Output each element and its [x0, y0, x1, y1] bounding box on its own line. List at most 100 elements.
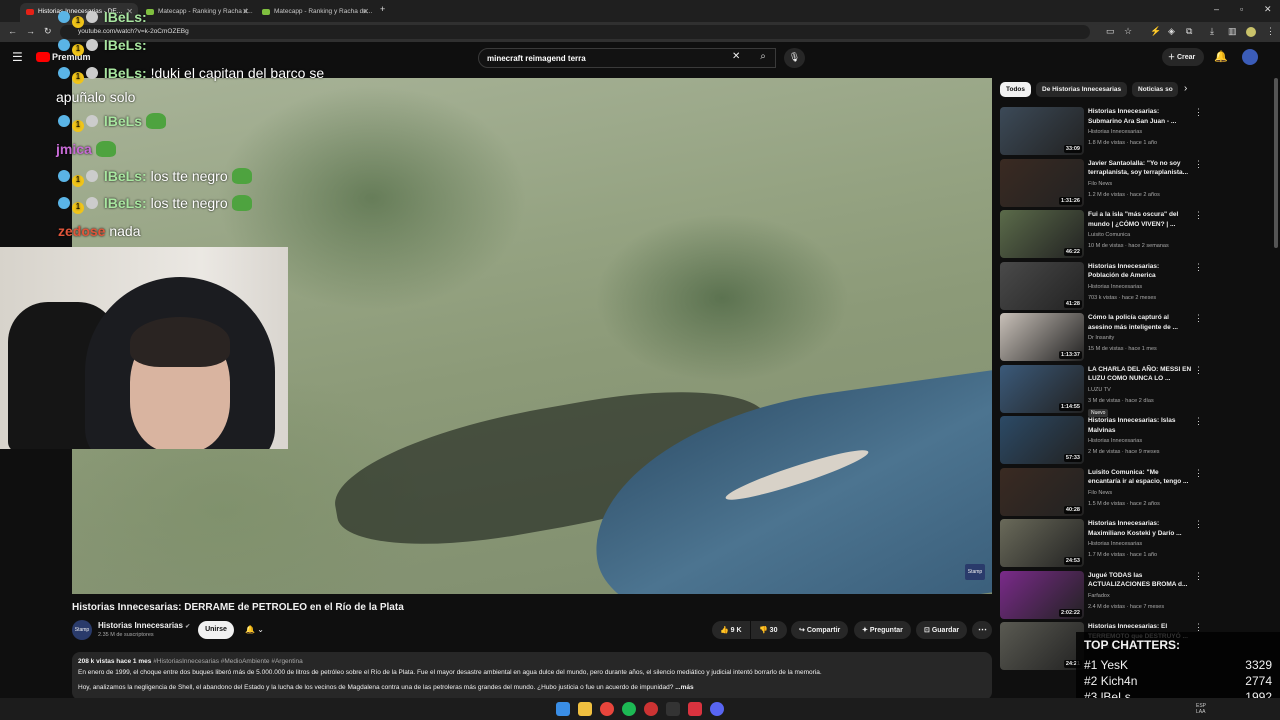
video-thumbnail[interactable]: 2:02:22: [1000, 570, 1084, 619]
download-icon[interactable]: ⤓: [1210, 26, 1214, 37]
bookmark-star-icon[interactable]: ☆: [1124, 26, 1132, 37]
video-title[interactable]: Historias Innecesarias: Maximiliano Kost…: [1088, 519, 1192, 539]
hamburger-menu-icon[interactable]: ☰: [12, 50, 23, 64]
more-vertical-icon[interactable]: ⋮: [1194, 159, 1203, 170]
channel-name[interactable]: Filo News: [1088, 181, 1112, 187]
more-vertical-icon[interactable]: ⋮: [1194, 468, 1203, 479]
channel-name[interactable]: Historias Innecesarias: [1088, 284, 1142, 290]
tab-matecapp-1[interactable]: Matecapp - Ranking y Racha d... ✕: [140, 3, 254, 22]
minimize-icon[interactable]: –: [1214, 4, 1219, 14]
video-title[interactable]: Javier Santaolalla: "Yo no soy terraplan…: [1088, 159, 1192, 179]
video-title[interactable]: Historias Innecesarias: Submarino Ara Sa…: [1088, 107, 1192, 127]
video-thumbnail[interactable]: 1:14:55: [1000, 364, 1084, 413]
close-window-icon[interactable]: ✕: [1264, 4, 1272, 15]
video-thumbnail[interactable]: 1:13:37: [1000, 313, 1084, 361]
video-title[interactable]: Historias Innecesarias: Islas Malvinas: [1088, 416, 1192, 436]
extension-icon[interactable]: ◈: [1168, 26, 1175, 37]
reload-icon[interactable]: ↻: [44, 26, 52, 37]
video-title[interactable]: LA CHARLA DEL AÑO: MESSI EN LUZU COMO NU…: [1088, 365, 1192, 385]
profile-avatar[interactable]: [1246, 27, 1256, 37]
recommended-video[interactable]: 41:28 Historias Innecesarias: Población d…: [1000, 261, 1203, 310]
recommended-video[interactable]: 1:31:26 Javier Santaolalla: "Yo no soy te…: [1000, 158, 1203, 207]
voice-search-button[interactable]: 🎙: [784, 48, 805, 68]
video-title[interactable]: Luisito Comunica: "Me encantaría ir al e…: [1088, 468, 1192, 488]
ask-button[interactable]: ✦ Preguntar: [854, 621, 911, 639]
more-actions-button[interactable]: ⋯: [972, 621, 992, 639]
video-thumbnail[interactable]: 46:22: [1000, 210, 1084, 258]
recommended-video[interactable]: 2:02:22 Jugué TODAS las ACTUALIZACIONES B…: [1000, 570, 1203, 619]
video-thumbnail[interactable]: 40:28: [1000, 467, 1084, 516]
extension-icon[interactable]: ⚡: [1150, 26, 1161, 37]
recommended-video[interactable]: 24:53 Historias Innecesarias: Maximiliano…: [1000, 519, 1203, 567]
channel-name[interactable]: Historias Innecesarias: [1088, 438, 1142, 444]
dislike-button[interactable]: 👎 30: [751, 621, 787, 639]
more-vertical-icon[interactable]: ⋮: [1194, 416, 1203, 427]
channel-name[interactable]: Historias Innecesarias: [1088, 129, 1142, 135]
more-vertical-icon[interactable]: ⋮: [1194, 519, 1203, 530]
spotify-icon[interactable]: [622, 702, 636, 716]
windows-start-icon[interactable]: [556, 702, 570, 716]
video-title[interactable]: Historias Innecesarias: Población de Ame…: [1088, 262, 1192, 282]
channel-watermark[interactable]: Stamp: [965, 564, 985, 580]
channel-name[interactable]: Luisito Comunica: [1088, 232, 1130, 238]
chrome-icon[interactable]: [600, 702, 614, 716]
channel-name[interactable]: Historias Innecesarias: [1088, 541, 1142, 547]
recommended-video[interactable]: 1:14:55 LA CHARLA DEL AÑO: MESSI EN LUZU …: [1000, 364, 1203, 417]
save-button[interactable]: ⊡ Guardar: [916, 621, 968, 639]
recommended-video[interactable]: 57:33 Historias Innecesarias: Islas Malvi…: [1000, 416, 1203, 464]
new-tab-icon[interactable]: +: [380, 4, 385, 14]
video-title[interactable]: Jugué TODAS las ACTUALIZACIONES BROMA d.…: [1088, 571, 1192, 591]
url-field[interactable]: youtube.com/watch?v=k-2oCmOZEBg: [60, 25, 1090, 39]
file-explorer-icon[interactable]: [578, 702, 592, 716]
youtube-logo-icon[interactable]: [36, 52, 50, 62]
account-avatar[interactable]: [1242, 49, 1258, 65]
app-icon[interactable]: [666, 702, 680, 716]
video-thumbnail[interactable]: 24:21: [1000, 622, 1084, 670]
search-button[interactable]: ⌕: [750, 48, 776, 68]
discord-icon[interactable]: [710, 702, 724, 716]
video-thumbnail[interactable]: 57:33: [1000, 416, 1084, 464]
more-vertical-icon[interactable]: ⋮: [1194, 107, 1203, 118]
more-vertical-icon[interactable]: ⋮: [1194, 313, 1203, 324]
chip-news[interactable]: Noticias so: [1132, 82, 1178, 97]
more-vertical-icon[interactable]: ⋮: [1194, 210, 1203, 221]
more-vertical-icon[interactable]: ⋮: [1194, 365, 1203, 376]
chip-all[interactable]: Todos: [1000, 82, 1032, 97]
app-icon[interactable]: [688, 702, 702, 716]
like-button[interactable]: 👍 9 K: [712, 621, 750, 639]
video-title[interactable]: Cómo la policía capturó al asesino más i…: [1088, 313, 1192, 333]
video-thumbnail[interactable]: 41:28: [1000, 261, 1084, 310]
recommended-video[interactable]: 40:28 Luisito Comunica: "Me encantaría ir…: [1000, 467, 1203, 516]
join-button[interactable]: Unirse: [198, 621, 234, 639]
chevron-right-icon[interactable]: ›: [1184, 83, 1187, 94]
recommended-video[interactable]: 46:22 Fui a la isla "más oscura" del mund…: [1000, 210, 1203, 258]
clear-search-icon[interactable]: ✕: [732, 51, 740, 62]
extensions-puzzle-icon[interactable]: ⧉: [1186, 26, 1192, 37]
sidebar-icon[interactable]: ▥: [1228, 26, 1237, 37]
create-button[interactable]: ＋ Crear: [1162, 48, 1204, 66]
channel-name[interactable]: Historias Innecesarias ✔: [98, 621, 190, 630]
video-thumbnail[interactable]: 24:53: [1000, 519, 1084, 567]
more-vertical-icon[interactable]: ⋮: [1194, 571, 1203, 582]
video-title[interactable]: Fui a la isla "más oscura" del mundo | ¿…: [1088, 210, 1192, 230]
channel-avatar[interactable]: Stamp: [72, 620, 92, 640]
channel-name[interactable]: Dr Insanity: [1088, 335, 1114, 341]
description-box[interactable]: 208 k vistas hace 1 mes #HistoriasInnece…: [72, 652, 992, 700]
page-scrollbar[interactable]: [1274, 78, 1278, 248]
recommended-video[interactable]: 33:09 Historias Innecesarias: Submarino A…: [1000, 107, 1203, 155]
back-icon[interactable]: ←: [8, 26, 17, 36]
language-indicator[interactable]: ESP LAA: [1196, 703, 1212, 715]
chip-from-channel[interactable]: De Historias Innecesarias: [1036, 82, 1128, 97]
hashtags[interactable]: #HistoriasInnecesarias #MedioAmbiente #A…: [153, 658, 303, 665]
channel-name[interactable]: Filo News: [1088, 490, 1112, 496]
channel-name[interactable]: Farfadox: [1088, 593, 1110, 599]
cast-icon[interactable]: ▭: [1106, 26, 1115, 37]
show-more-link[interactable]: ...más: [675, 684, 693, 691]
close-tab-icon[interactable]: ✕: [242, 7, 249, 16]
recommended-video[interactable]: 1:13:37 Cómo la policía capturó al asesin…: [1000, 313, 1203, 361]
notifications-bell-icon[interactable]: 🔔: [1214, 50, 1228, 63]
menu-kebab-icon[interactable]: ⋮: [1266, 26, 1275, 37]
video-thumbnail[interactable]: 1:31:26: [1000, 158, 1084, 207]
channel-name[interactable]: LUZU TV: [1088, 387, 1111, 393]
app-icon[interactable]: [644, 702, 658, 716]
